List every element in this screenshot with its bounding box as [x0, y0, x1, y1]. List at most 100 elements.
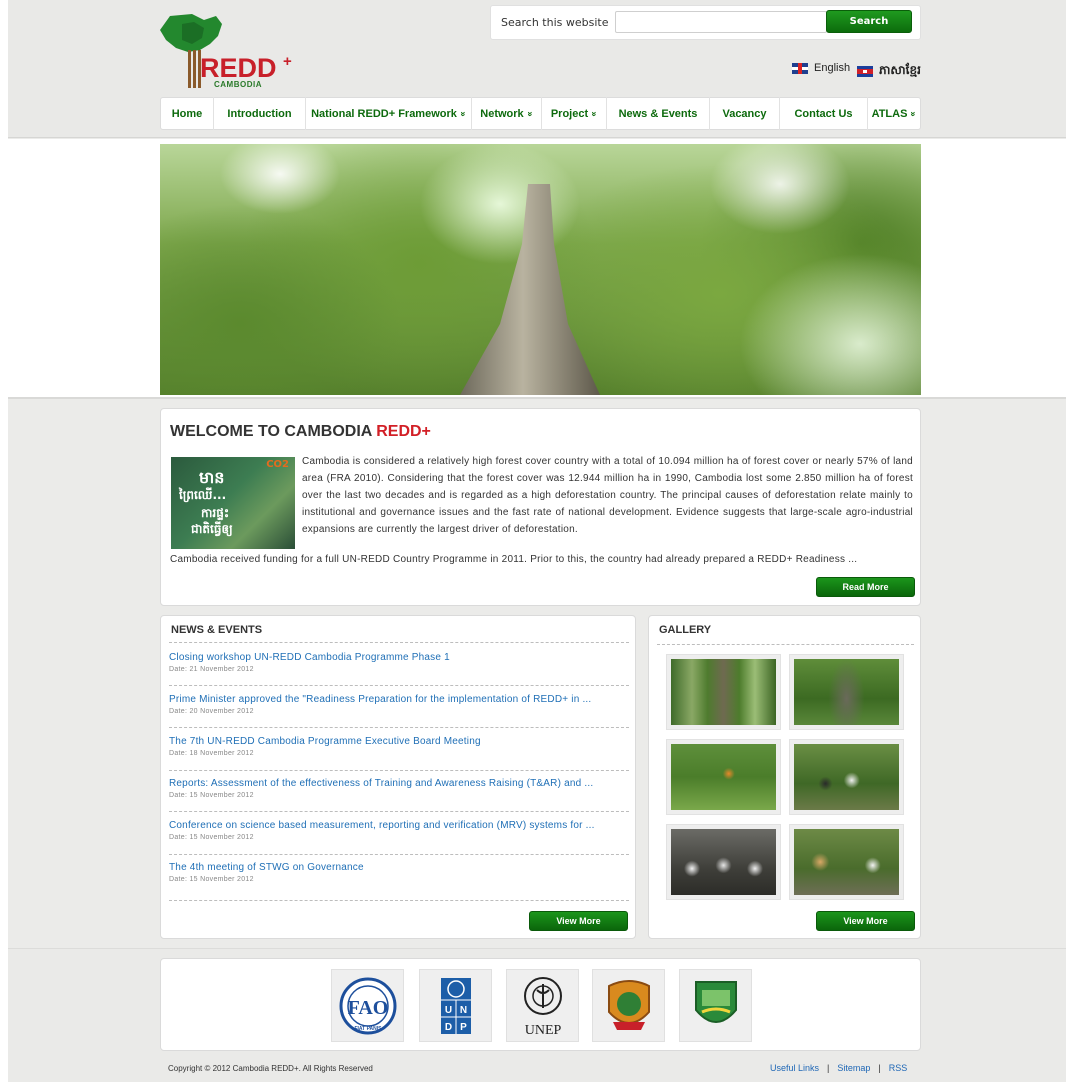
page-edge: [0, 0, 8, 1082]
nav-item-label: Home: [171, 107, 203, 120]
rss-link[interactable]: RSS: [889, 1063, 908, 1073]
nav-item-introduction[interactable]: Introduction: [214, 97, 306, 130]
chevron-down-icon: »: [525, 110, 536, 117]
fao-emblem-icon: FAO FIAT PANIS: [339, 977, 396, 1034]
nav-item-project[interactable]: Project»: [542, 97, 607, 130]
partners-panel: FAO FIAT PANIS U N D P UNEP: [160, 958, 921, 1051]
nav-item-label: ATLAS: [871, 107, 908, 120]
nav-item-news-events[interactable]: News & Events: [607, 97, 710, 130]
fisheries-admin-logo[interactable]: [679, 969, 752, 1042]
unep-label: UNEP: [524, 1023, 561, 1038]
main-nav: Home Introduction National REDD+ Framewo…: [160, 97, 921, 130]
gallery-thumbnail[interactable]: [789, 824, 904, 900]
chevron-down-icon: »: [908, 110, 919, 117]
news-panel-title: NEWS & EVENTS: [171, 624, 263, 636]
news-events-panel: NEWS & EVENTS Closing workshop UN-REDD C…: [160, 615, 636, 939]
tree-trunk-graphic: [460, 184, 600, 395]
poster-text: ជាតិធ្វើឲ្យ: [191, 522, 233, 536]
undp-letter: U: [444, 1005, 451, 1016]
welcome-paragraph: Cambodia is considered a relatively high…: [302, 456, 913, 535]
divider: [169, 727, 629, 728]
news-item-link[interactable]: Closing workshop UN-REDD Cambodia Progra…: [169, 652, 629, 663]
undp-letter: N: [459, 1005, 466, 1016]
footer-links: Useful Links | Sitemap | RSS: [770, 1063, 907, 1073]
read-more-button[interactable]: Read More: [816, 577, 915, 597]
sitemap-link[interactable]: Sitemap: [837, 1063, 870, 1073]
news-item: The 7th UN-REDD Cambodia Programme Execu…: [169, 736, 629, 757]
logo-plus: +: [283, 53, 292, 70]
search-input[interactable]: [615, 11, 827, 33]
news-item: Conference on science based measurement,…: [169, 820, 629, 841]
nav-item-label: News & Events: [618, 107, 698, 120]
lang-english-link[interactable]: English: [792, 62, 850, 74]
divider: [169, 811, 629, 812]
gallery-view-more-button[interactable]: View More: [816, 911, 915, 931]
lang-khmer-link[interactable]: ភាសាខ្មែរ: [857, 62, 921, 80]
news-item-date: Date: 15 November 2012: [169, 876, 254, 883]
welcome-title-text: WELCOME TO CAMBODIA: [170, 423, 377, 440]
news-item: Closing workshop UN-REDD Cambodia Progra…: [169, 652, 629, 673]
fao-letters: FAO: [347, 997, 388, 1019]
news-item: Prime Minister approved the "Readiness P…: [169, 694, 629, 715]
chevron-down-icon: »: [458, 110, 469, 117]
divider: [169, 770, 629, 771]
gallery-thumbnail[interactable]: [666, 739, 781, 815]
gallery-panel-title: GALLERY: [659, 624, 712, 636]
welcome-title-redd: REDD+: [376, 423, 431, 440]
unep-emblem-icon: UNEP: [523, 976, 562, 1038]
search-label: Search this website: [501, 16, 609, 29]
nav-item-label: Vacancy: [722, 107, 767, 120]
fao-motto: FIAT PANIS: [354, 1026, 382, 1032]
useful-links-link[interactable]: Useful Links: [770, 1063, 819, 1073]
footer-separator: |: [827, 1063, 830, 1073]
news-view-more-button[interactable]: View More: [529, 911, 628, 931]
unep-logo[interactable]: UNEP: [506, 969, 579, 1042]
undp-letter: D: [444, 1022, 451, 1033]
divider: [169, 854, 629, 855]
search-button[interactable]: Search: [826, 10, 912, 33]
logo-subtitle: CAMBODIA: [214, 80, 262, 89]
gallery-panel: GALLERY View More: [648, 615, 921, 939]
news-item-link[interactable]: Prime Minister approved the "Readiness P…: [169, 694, 629, 705]
divider: [169, 642, 629, 643]
co2-label: CO2: [266, 459, 289, 470]
nav-item-label: Network: [480, 107, 524, 120]
nav-item-vacancy[interactable]: Vacancy: [710, 97, 780, 130]
nav-item-atlas[interactable]: ATLAS»: [868, 97, 920, 130]
gallery-thumbnail[interactable]: [666, 654, 781, 730]
news-item: Reports: Assessment of the effectiveness…: [169, 778, 629, 799]
forestry-seal-icon: [607, 979, 650, 1030]
welcome-poster-image[interactable]: CO2 មាន ព្រៃឈើ... ការផ្ទះ ជាតិធ្វើឲ្យ: [171, 457, 295, 549]
undp-emblem-icon: U N D P: [440, 977, 471, 1034]
welcome-paragraph-2: Cambodia received funding for a full UN-…: [170, 554, 858, 565]
nav-item-label: Project: [550, 107, 589, 120]
nav-item-contact-us[interactable]: Contact Us: [780, 97, 868, 130]
news-item-link[interactable]: The 7th UN-REDD Cambodia Programme Execu…: [169, 736, 629, 747]
divider: [657, 644, 914, 645]
hero-banner-image: [160, 144, 921, 395]
nav-item-label: National REDD+ Framework: [311, 107, 457, 120]
nav-item-national-framework[interactable]: National REDD+ Framework»: [306, 97, 472, 130]
news-item-link[interactable]: Conference on science based measurement,…: [169, 820, 629, 831]
forestry-admin-logo[interactable]: [592, 969, 665, 1042]
undp-logo[interactable]: U N D P: [419, 969, 492, 1042]
nav-item-home[interactable]: Home: [161, 97, 214, 130]
welcome-panel: WELCOME TO CAMBODIA REDD+ CO2 មាន ព្រៃឈើ…: [160, 408, 921, 606]
news-item-link[interactable]: Reports: Assessment of the effectiveness…: [169, 778, 629, 789]
gallery-thumbnail[interactable]: [789, 654, 904, 730]
news-item-date: Date: 20 November 2012: [169, 708, 254, 715]
news-item-link[interactable]: The 4th meeting of STWG on Governance: [169, 862, 629, 873]
gallery-thumbnail[interactable]: [789, 739, 904, 815]
footer-separator: |: [878, 1063, 881, 1073]
nav-item-network[interactable]: Network»: [472, 97, 542, 130]
gallery-thumbnail[interactable]: [666, 824, 781, 900]
lang-english-label: English: [814, 62, 851, 74]
lang-khmer-label: ភាសាខ្មែរ: [879, 63, 921, 77]
divider: [169, 900, 629, 901]
search-box: Search this website Search: [490, 5, 921, 40]
poster-text: ព្រៃឈើ...: [179, 488, 227, 502]
fao-logo[interactable]: FAO FIAT PANIS: [331, 969, 404, 1042]
nav-item-label: Contact Us: [794, 107, 853, 120]
news-item-date: Date: 21 November 2012: [169, 666, 254, 673]
news-item-date: Date: 15 November 2012: [169, 792, 254, 799]
